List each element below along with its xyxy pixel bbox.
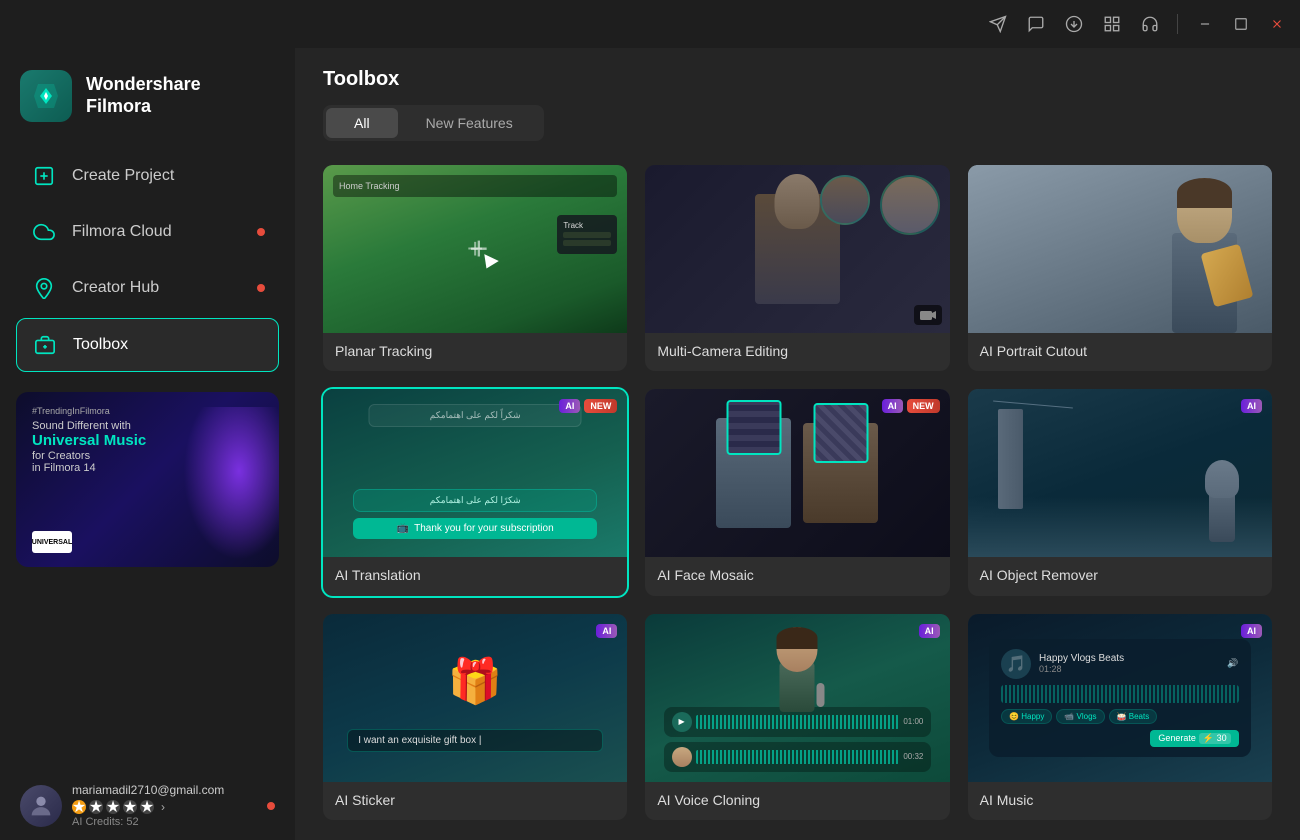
- badge-group: AI NEW: [559, 399, 617, 413]
- ai-badge: AI: [1241, 399, 1262, 413]
- universal-logo: UNIVERSAL: [32, 531, 72, 553]
- profile-email: mariamadil2710@gmail.com: [72, 783, 257, 797]
- tools-grid: Home Tracking + Track Planar Tracking: [295, 157, 1300, 840]
- window-controls: [1194, 13, 1288, 35]
- tool-thumbnail: AI: [968, 389, 1272, 557]
- promo-banner[interactable]: #TrendingInFilmora Sound Different with …: [16, 392, 279, 567]
- banner-content: #TrendingInFilmora Sound Different with …: [16, 392, 279, 490]
- ai-badge: AI: [596, 624, 617, 638]
- nav-menu: Create Project Filmora Cloud Creator Hu: [0, 150, 295, 372]
- new-badge: NEW: [907, 399, 940, 413]
- tool-thumbnail: 🎵 Happy Vlogs Beats 01:28 🔊 😊 Happy: [968, 614, 1272, 782]
- title-bar: [0, 0, 1300, 48]
- tool-label: AI Sticker: [323, 782, 627, 818]
- ai-badge: AI: [559, 399, 580, 413]
- logo-text: Wondershare Filmora: [86, 74, 201, 117]
- new-badge: NEW: [584, 399, 617, 413]
- thumb-visual: Home Tracking + Track: [323, 165, 627, 333]
- headset-icon[interactable]: [1139, 13, 1161, 35]
- tabs: All New Features: [323, 105, 544, 141]
- banner-line4: in Filmora 14: [32, 462, 263, 474]
- banner-line3: for Creators: [32, 450, 263, 462]
- badge-group: AI: [919, 624, 940, 638]
- app-product: Filmora: [86, 96, 201, 118]
- close-button[interactable]: [1266, 13, 1288, 35]
- ai-badge: AI: [882, 399, 903, 413]
- tool-thumbnail: [968, 165, 1272, 333]
- sidebar-item-create-project[interactable]: Create Project: [16, 150, 279, 202]
- tool-label: Planar Tracking: [323, 333, 627, 369]
- tab-new-features[interactable]: New Features: [398, 108, 541, 138]
- tool-label: AI Object Remover: [968, 557, 1272, 593]
- chat-icon[interactable]: [1025, 13, 1047, 35]
- tool-thumbnail: AI NEW: [645, 389, 949, 557]
- tool-label: Multi-Camera Editing: [645, 333, 949, 369]
- tool-card-ai-translation[interactable]: شكراً لكم على اهتمامكم شكرًا لكم على اهت…: [323, 389, 627, 595]
- badge-group: AI: [596, 624, 617, 638]
- sidebar-item-creator-hub[interactable]: Creator Hub: [16, 262, 279, 314]
- sidebar-item-label: Creator Hub: [72, 279, 159, 297]
- sidebar-item-label: Create Project: [72, 167, 174, 185]
- ai-badge: AI: [919, 624, 940, 638]
- sidebar-item-filmora-cloud[interactable]: Filmora Cloud: [16, 206, 279, 258]
- logo-icon: [20, 70, 72, 122]
- content-header: Toolbox All New Features: [295, 48, 1300, 157]
- tool-card-planar-tracking[interactable]: Home Tracking + Track Planar Tracking: [323, 165, 627, 371]
- profile-stars: ★ ★ ★ ★ ★ ›: [72, 800, 257, 814]
- tool-card-ai-voice-cloning[interactable]: ▶ 01:00 00:32 AI: [645, 614, 949, 820]
- badge-group: AI: [1241, 399, 1262, 413]
- notification-dot: [257, 228, 265, 236]
- location-icon: [32, 276, 56, 300]
- sidebar: Wondershare Filmora Create Project: [0, 48, 295, 840]
- tool-thumbnail: 🎁 I want an exquisite gift box | AI: [323, 614, 627, 782]
- tool-thumbnail: شكراً لكم على اهتمامكم شكرًا لكم على اهت…: [323, 389, 627, 557]
- tab-all[interactable]: All: [326, 108, 398, 138]
- tool-thumbnail: [645, 165, 949, 333]
- badge-group: AI: [1241, 624, 1262, 638]
- page-title: Toolbox: [323, 68, 1272, 91]
- tool-label: AI Voice Cloning: [645, 782, 949, 818]
- ai-badge: AI: [1241, 624, 1262, 638]
- tool-card-multi-camera-editing[interactable]: Multi-Camera Editing: [645, 165, 949, 371]
- plus-square-icon: [32, 164, 56, 188]
- tool-thumbnail: Home Tracking + Track: [323, 165, 627, 333]
- download-icon[interactable]: [1063, 13, 1085, 35]
- profile-info: mariamadil2710@gmail.com ★ ★ ★ ★ ★ › AI …: [72, 783, 257, 828]
- avatar: [20, 785, 62, 827]
- credits-dot: [267, 802, 275, 810]
- tool-card-ai-sticker[interactable]: 🎁 I want an exquisite gift box | AI AI S…: [323, 614, 627, 820]
- sidebar-item-label: Toolbox: [73, 336, 128, 354]
- grid-icon[interactable]: [1101, 13, 1123, 35]
- tool-thumbnail: ▶ 01:00 00:32 AI: [645, 614, 949, 782]
- sidebar-item-label: Filmora Cloud: [72, 223, 172, 241]
- app-logo: Wondershare Filmora: [0, 48, 295, 150]
- notification-dot: [257, 284, 265, 292]
- badge-group: AI NEW: [882, 399, 940, 413]
- user-profile[interactable]: mariamadil2710@gmail.com ★ ★ ★ ★ ★ › AI …: [0, 771, 295, 840]
- app-body: Wondershare Filmora Create Project: [0, 48, 1300, 840]
- cloud-icon: [32, 220, 56, 244]
- send-icon[interactable]: [987, 13, 1009, 35]
- ai-credits: AI Credits: 52: [72, 816, 257, 828]
- separator: [1177, 14, 1178, 34]
- banner-hashtag: #TrendingInFilmora: [32, 406, 263, 416]
- tool-card-ai-object-remover[interactable]: AI AI Object Remover: [968, 389, 1272, 595]
- minimize-button[interactable]: [1194, 13, 1216, 35]
- tool-label: AI Portrait Cutout: [968, 333, 1272, 369]
- main-content: Toolbox All New Features Home Tracking +: [295, 48, 1300, 840]
- tool-label: AI Face Mosaic: [645, 557, 949, 593]
- sidebar-item-toolbox[interactable]: Toolbox: [16, 318, 279, 372]
- tool-card-ai-music[interactable]: 🎵 Happy Vlogs Beats 01:28 🔊 😊 Happy: [968, 614, 1272, 820]
- toolbox-icon: [33, 333, 57, 357]
- tool-card-ai-portrait-cutout[interactable]: AI Portrait Cutout: [968, 165, 1272, 371]
- banner-line1: Sound Different with: [32, 420, 263, 432]
- tool-label: AI Music: [968, 782, 1272, 818]
- tool-label: AI Translation: [323, 557, 627, 593]
- banner-line2: Universal Music: [32, 432, 263, 450]
- tool-card-ai-face-mosaic[interactable]: AI NEW AI Face Mosaic: [645, 389, 949, 595]
- app-name: Wondershare: [86, 74, 201, 96]
- maximize-button[interactable]: [1230, 13, 1252, 35]
